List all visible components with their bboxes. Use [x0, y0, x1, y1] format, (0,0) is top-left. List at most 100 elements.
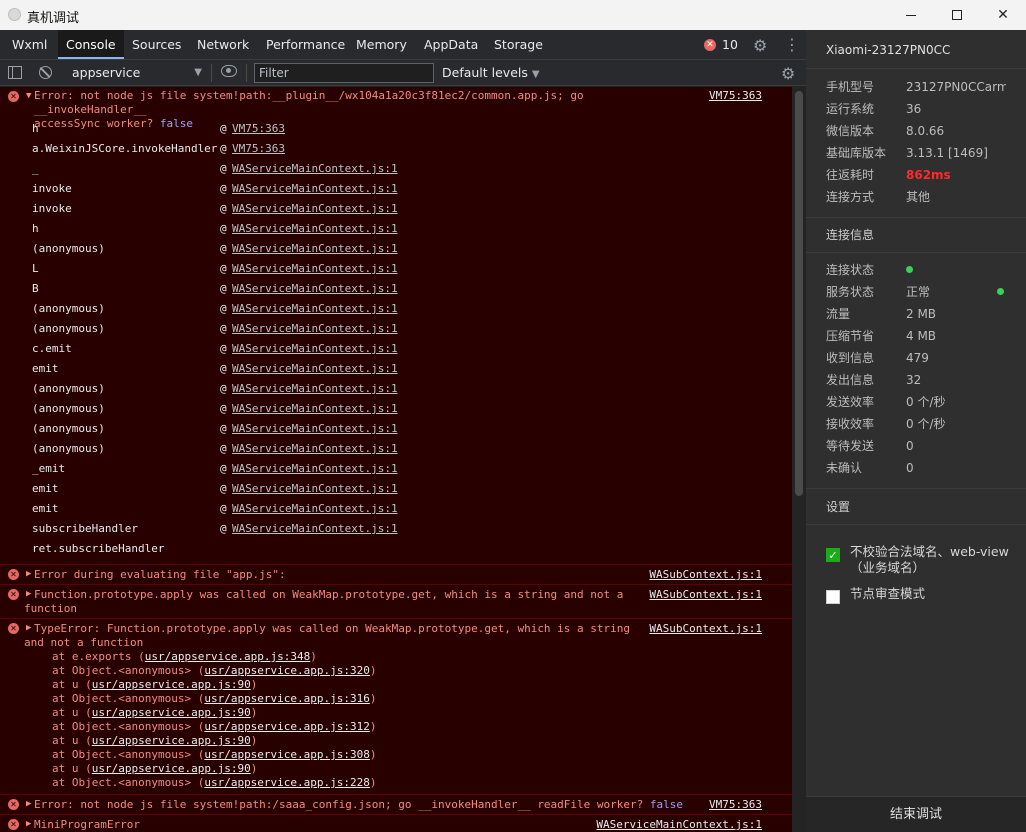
filter-input[interactable]: [254, 63, 434, 83]
stack-line-link[interactable]: usr/appservice.app.js:90: [92, 706, 251, 719]
stack-frame-link[interactable]: WAServiceMainContext.js:1: [232, 339, 398, 359]
show-sidebar-icon[interactable]: [8, 66, 22, 79]
source-link[interactable]: VM75:363: [709, 89, 762, 102]
stack-frame-link[interactable]: VM75:363: [232, 139, 285, 159]
stack-frame: a.WeixinJSCore.invokeHandler @ VM75:363: [32, 139, 285, 159]
at-symbol: @: [220, 362, 227, 375]
stack-frame-link[interactable]: WAServiceMainContext.js:1: [232, 199, 398, 219]
source-link[interactable]: VM75:363: [709, 798, 762, 811]
stack-frame-link[interactable]: WAServiceMainContext.js:1: [232, 179, 398, 199]
error-count-badge[interactable]: ✕ 10: [704, 37, 738, 52]
stack-line-link[interactable]: usr/appservice.app.js:90: [92, 678, 251, 691]
stack-frame-link[interactable]: WAServiceMainContext.js:1: [232, 239, 398, 259]
source-link[interactable]: WASubContext.js:1: [649, 622, 762, 635]
tab-sources[interactable]: Sources: [124, 30, 189, 59]
console-settings-gear-icon[interactable]: ⚙: [781, 64, 795, 83]
stack-frame-link[interactable]: WAServiceMainContext.js:1: [232, 299, 398, 319]
stack-frame-link[interactable]: WAServiceMainContext.js:1: [232, 439, 398, 459]
stack-frame-function: a.WeixinJSCore.invokeHandler: [32, 142, 218, 155]
expand-triangle-icon[interactable]: ▶: [26, 569, 31, 579]
at-symbol: @: [220, 262, 227, 275]
stack-frame-link[interactable]: WAServiceMainContext.js:1: [232, 259, 398, 279]
scrollbar-thumb[interactable]: [795, 91, 803, 496]
tab-memory[interactable]: Memory: [348, 30, 415, 59]
log-levels-dropdown[interactable]: Default levels ▼: [442, 65, 540, 80]
stack-line-link[interactable]: usr/appservice.app.js:90: [92, 762, 251, 775]
expand-triangle-icon[interactable]: ▼: [26, 91, 31, 101]
info-row: 微信版本 8.0.66: [826, 120, 1026, 142]
info-row: 连接状态: [826, 259, 1026, 281]
at-symbol: @: [220, 522, 227, 535]
paren: ): [369, 692, 377, 705]
clear-console-icon[interactable]: [39, 66, 52, 79]
tab-appdata[interactable]: AppData: [416, 30, 486, 59]
divider: [806, 252, 1026, 253]
at-symbol: @: [220, 282, 227, 295]
skip-domain-check-checkbox[interactable]: ✓: [826, 548, 840, 562]
stack-frame-link[interactable]: WAServiceMainContext.js:1: [232, 399, 398, 419]
info-row: 接收效率 0 个/秒: [826, 413, 1026, 435]
info-key: 运行系统: [826, 102, 875, 116]
stack-line-link[interactable]: usr/appservice.app.js:316: [204, 692, 370, 705]
info-value: 32: [906, 373, 922, 387]
more-options-icon[interactable]: ⋮: [784, 35, 800, 54]
stack-line-link[interactable]: usr/appservice.app.js:312: [204, 720, 370, 733]
stack-frame-link[interactable]: WAServiceMainContext.js:1: [232, 419, 398, 439]
tab-storage[interactable]: Storage: [486, 30, 551, 59]
source-link[interactable]: WASubContext.js:1: [649, 588, 762, 601]
stack-frame: (anonymous) @ WAServiceMainContext.js:1: [32, 419, 398, 439]
stack-line-prefix: at u (: [52, 762, 92, 775]
source-link[interactable]: WASubContext.js:1: [649, 568, 762, 581]
at-symbol: @: [220, 122, 227, 135]
expand-triangle-icon[interactable]: ▶: [26, 819, 31, 829]
info-key: 手机型号: [826, 80, 875, 94]
stack-frame-link[interactable]: WAServiceMainContext.js:1: [232, 519, 398, 539]
info-key: 微信版本: [826, 124, 875, 138]
stack-frame-link[interactable]: WAServiceMainContext.js:1: [232, 219, 398, 239]
end-debug-button[interactable]: 结束调试: [806, 796, 1026, 832]
info-key: 流量: [826, 307, 851, 321]
stack-frame-link[interactable]: WAServiceMainContext.js:1: [232, 499, 398, 519]
tab-wxml[interactable]: Wxml: [4, 30, 55, 59]
devtools-tabs: Wxml Console Sources Network Performance…: [0, 30, 806, 60]
close-button[interactable]: ✕: [980, 0, 1026, 30]
console-scrollbar[interactable]: [792, 87, 806, 832]
source-link[interactable]: WAServiceMainContext.js:1: [596, 818, 762, 831]
stack-line-link[interactable]: usr/appservice.app.js:228: [204, 776, 370, 789]
stack-frame-link[interactable]: WAServiceMainContext.js:1: [232, 319, 398, 339]
device-name: Xiaomi-23127PN0CC: [826, 43, 951, 57]
expand-triangle-icon[interactable]: ▶: [26, 799, 31, 809]
stack-line-prefix: at Object.<anonymous> (: [52, 664, 205, 677]
stack-frame-link[interactable]: WAServiceMainContext.js:1: [232, 359, 398, 379]
context-selector[interactable]: appservice ▼: [64, 64, 206, 82]
tab-network[interactable]: Network: [189, 30, 257, 59]
info-row: 往返耗时 862ms: [826, 164, 1026, 186]
minimize-button[interactable]: [888, 0, 934, 30]
toolbar-divider: [211, 64, 212, 82]
context-value: appservice: [72, 65, 141, 80]
stack-line-link[interactable]: usr/appservice.app.js:320: [204, 664, 370, 677]
live-expression-eye-icon[interactable]: [221, 65, 237, 77]
stack-frame-link[interactable]: WAServiceMainContext.js:1: [232, 379, 398, 399]
stack-frame-function: emit: [32, 362, 59, 375]
stack-line-link[interactable]: usr/appservice.app.js:348: [145, 650, 311, 663]
maximize-button[interactable]: [934, 0, 980, 30]
console-error-message: ✕ ▶ MiniProgramError WAServiceMainContex…: [0, 815, 792, 832]
stack-line-link[interactable]: usr/appservice.app.js:90: [92, 734, 251, 747]
at-symbol: @: [220, 502, 227, 515]
console-error-message: ✕ ▶ TypeError: Function.prototype.apply …: [0, 619, 792, 795]
stack-frame-link[interactable]: VM75:363: [232, 119, 285, 139]
stack-frame-link[interactable]: WAServiceMainContext.js:1: [232, 159, 398, 179]
info-row: 运行系统 36: [826, 98, 1026, 120]
stack-frame-link[interactable]: WAServiceMainContext.js:1: [232, 459, 398, 479]
stack-frame-link[interactable]: WAServiceMainContext.js:1: [232, 279, 398, 299]
tab-performance[interactable]: Performance: [258, 30, 353, 59]
info-row: 连接方式 其他: [826, 186, 1026, 208]
info-key: 发出信息: [826, 373, 875, 387]
node-inspect-checkbox[interactable]: [826, 590, 840, 604]
stack-line: at Object.<anonymous> (usr/appservice.ap…: [52, 720, 377, 734]
settings-gear-icon[interactable]: ⚙: [753, 36, 767, 55]
tab-console[interactable]: Console: [58, 30, 124, 59]
stack-line-link[interactable]: usr/appservice.app.js:308: [204, 748, 370, 761]
stack-frame-link[interactable]: WAServiceMainContext.js:1: [232, 479, 398, 499]
